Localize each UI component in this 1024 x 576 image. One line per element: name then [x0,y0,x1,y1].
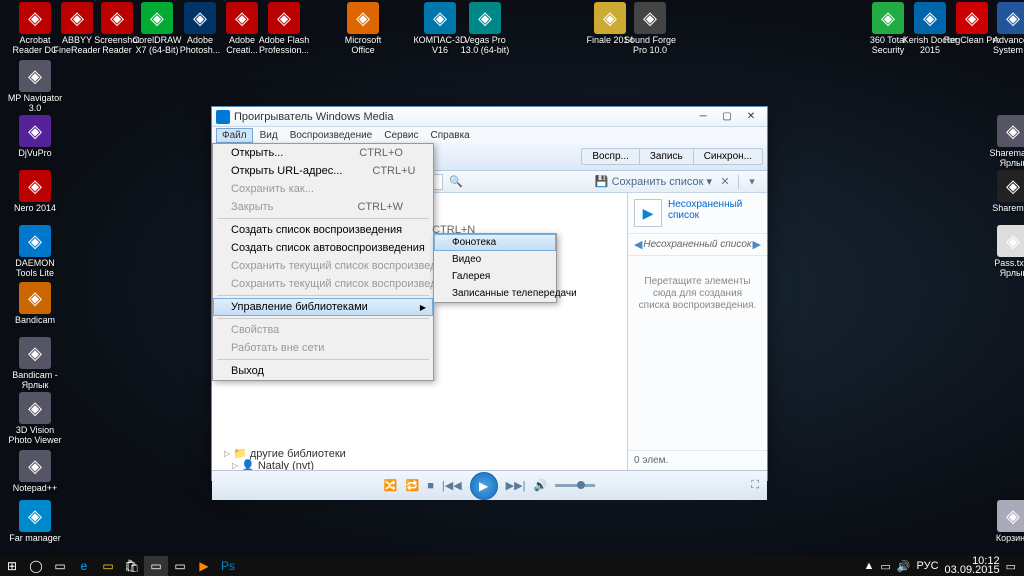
prev-button[interactable]: |◀◀ [442,479,462,492]
play-icon: ▶ [634,199,662,227]
desktop-icon[interactable]: ◈Bandicam [5,282,65,325]
playlist-panel: ▶ Несохраненный список ◀ Несохраненный с… [627,193,767,470]
search-icon[interactable]: ◯ [24,556,48,576]
desktop-icon[interactable]: ◈Bandicam - Ярлык [5,337,65,390]
desktop-icon[interactable]: ◈DAEMON Tools Lite [5,225,65,278]
clock[interactable]: 10:12 03.09.2015 [945,557,1000,575]
menu-entry[interactable]: Открыть URL-адрес...CTRL+U [213,162,433,180]
desktop-icon[interactable]: ◈Sound Forge Pro 10.0 [620,2,680,55]
play-button[interactable]: ▶ [470,472,498,500]
libraries-submenu: ФонотекаВидеоГалереяЗаписанные телеперед… [433,233,557,303]
maximize-button[interactable]: ▢ [715,109,739,125]
battery-icon[interactable]: ▭ [880,560,890,573]
drop-zone[interactable]: Перетащите элементы сюда для создания сп… [628,256,767,332]
desktop-icon[interactable]: ◈Shareman - Ярлык [983,115,1024,168]
playlist-title: Несохраненный список [668,199,761,227]
menu-entry[interactable]: Выход [213,362,433,380]
desktop-icon[interactable]: ◈Advanced System ... [983,2,1024,55]
prev-playlist-icon[interactable]: ◀ [634,238,642,251]
wmp-taskbar-icon[interactable]: ▶ [192,556,216,576]
search-icon[interactable]: 🔍 [447,173,465,191]
submenu-entry[interactable]: Фонотека [434,234,556,251]
item-count: 0 элем. [628,450,767,470]
desktop-icon[interactable]: ◈DjVuPro [5,115,65,158]
app-icon[interactable]: ▭ [168,556,192,576]
desktop-icon[interactable]: ◈3D Vision Photo Viewer [5,392,65,445]
menu-entry: Сохранить как... [213,180,433,198]
submenu-entry[interactable]: Видео [434,251,556,268]
mute-button[interactable]: 🔊 [533,479,547,492]
tab-button[interactable]: Воспр... [582,149,640,164]
shuffle-button[interactable]: 🔀 [384,479,398,492]
minimize-button[interactable]: ─ [691,109,715,125]
menu-item[interactable]: Файл [216,128,253,143]
menu-item[interactable]: Воспроизведение [285,129,378,142]
save-list-button[interactable]: 💾Сохранить список▾ [595,175,712,188]
app-icon [216,110,230,124]
submenu-entry[interactable]: Галерея [434,268,556,285]
task-view-icon[interactable]: ▭ [48,556,72,576]
wmp-window: Проигрыватель Windows Media ─ ▢ ✕ ФайлВи… [211,106,768,481]
desktop-icon[interactable]: ◈Shareman [983,170,1024,213]
submenu-entry[interactable]: Записанные телепередачи [434,285,556,302]
taskbar: ⊞ ◯ ▭ e ▭ 🛍 ▭ ▭ ▶ Ps ▲ ▭ 🔊 РУС 10:12 03.… [0,556,1024,576]
desktop-icon[interactable]: ◈MP Navigator 3.0 [5,60,65,113]
stop-button[interactable]: ■ [427,480,434,492]
tab-button[interactable]: Запись [640,149,694,164]
menu-entry[interactable]: Управление библиотеками▶ [213,298,433,316]
menu-entry[interactable]: Создать список автовоспроизведения [213,239,433,257]
repeat-button[interactable]: 🔁 [406,479,420,492]
playlist-nav: ◀ Несохраненный список ▶ [628,233,767,256]
tray-icon[interactable]: ▲ [864,560,875,572]
playlist-nav-title: Несохраненный список [643,239,751,250]
desktop-icon[interactable]: ◈Vegas Pro 13.0 (64-bit) [455,2,515,55]
menu-item[interactable]: Вид [255,129,283,142]
menu-item[interactable]: Справка [426,129,475,142]
desktop-icon[interactable]: ◈Microsoft Office [333,2,393,55]
notifications-icon[interactable]: ▭ [1006,560,1016,573]
next-playlist-icon[interactable]: ▶ [753,238,761,251]
fullscreen-button[interactable]: ⛶ [751,479,759,492]
tab-button[interactable]: Синхрон... [694,149,762,164]
mode-tabs: Воспр...ЗаписьСинхрон... [581,148,763,165]
store-icon[interactable]: 🛍 [120,556,144,576]
clear-list-icon[interactable]: ✕ [716,173,734,191]
menu-item[interactable]: Сервис [379,129,423,142]
desktop-icon[interactable]: ◈Pass.txt - Ярлык [983,225,1024,278]
menu-entry[interactable]: Открыть...CTRL+O [213,144,433,162]
language-indicator[interactable]: РУС [917,560,939,572]
menu-entry: Свойства [213,321,433,339]
menu-entry[interactable]: Создать список воспроизведенияCTRL+N [213,221,433,239]
desktop-icon[interactable]: ◈Adobe Flash Profession... [254,2,314,55]
volume-slider[interactable] [555,484,595,487]
options-icon[interactable]: ▾ [743,173,761,191]
menubar: ФайлВидВоспроизведениеСервисСправка [212,127,767,143]
menu-entry: Сохранить текущий список воспроизведения… [213,275,433,293]
player-controls: 🔀 🔁 ■ |◀◀ ▶ ▶▶| 🔊 ⛶ [212,470,767,500]
window-title: Проигрыватель Windows Media [234,111,393,123]
desktop-icon[interactable]: ◈Nero 2014 [5,170,65,213]
close-button[interactable]: ✕ [739,109,763,125]
edge-icon[interactable]: e [72,556,96,576]
menu-entry: Сохранить текущий список воспроизведения [213,257,433,275]
volume-icon[interactable]: 🔊 [897,560,911,573]
menu-entry: ЗакрытьCTRL+W [213,198,433,216]
ps-taskbar-icon[interactable]: Ps [216,556,240,576]
desktop-icon[interactable]: ◈Корзина [983,500,1024,543]
start-button[interactable]: ⊞ [0,556,24,576]
menu-entry: Работать вне сети [213,339,433,357]
app-icon[interactable]: ▭ [144,556,168,576]
explorer-icon[interactable]: ▭ [96,556,120,576]
desktop-icon[interactable]: ◈Far manager [5,500,65,543]
desktop-icon[interactable]: ◈Notepad++ [5,450,65,493]
file-menu-dropdown: Открыть...CTRL+OОткрыть URL-адрес...CTRL… [212,143,434,381]
next-button[interactable]: ▶▶| [506,479,526,492]
titlebar[interactable]: Проигрыватель Windows Media ─ ▢ ✕ [212,107,767,127]
